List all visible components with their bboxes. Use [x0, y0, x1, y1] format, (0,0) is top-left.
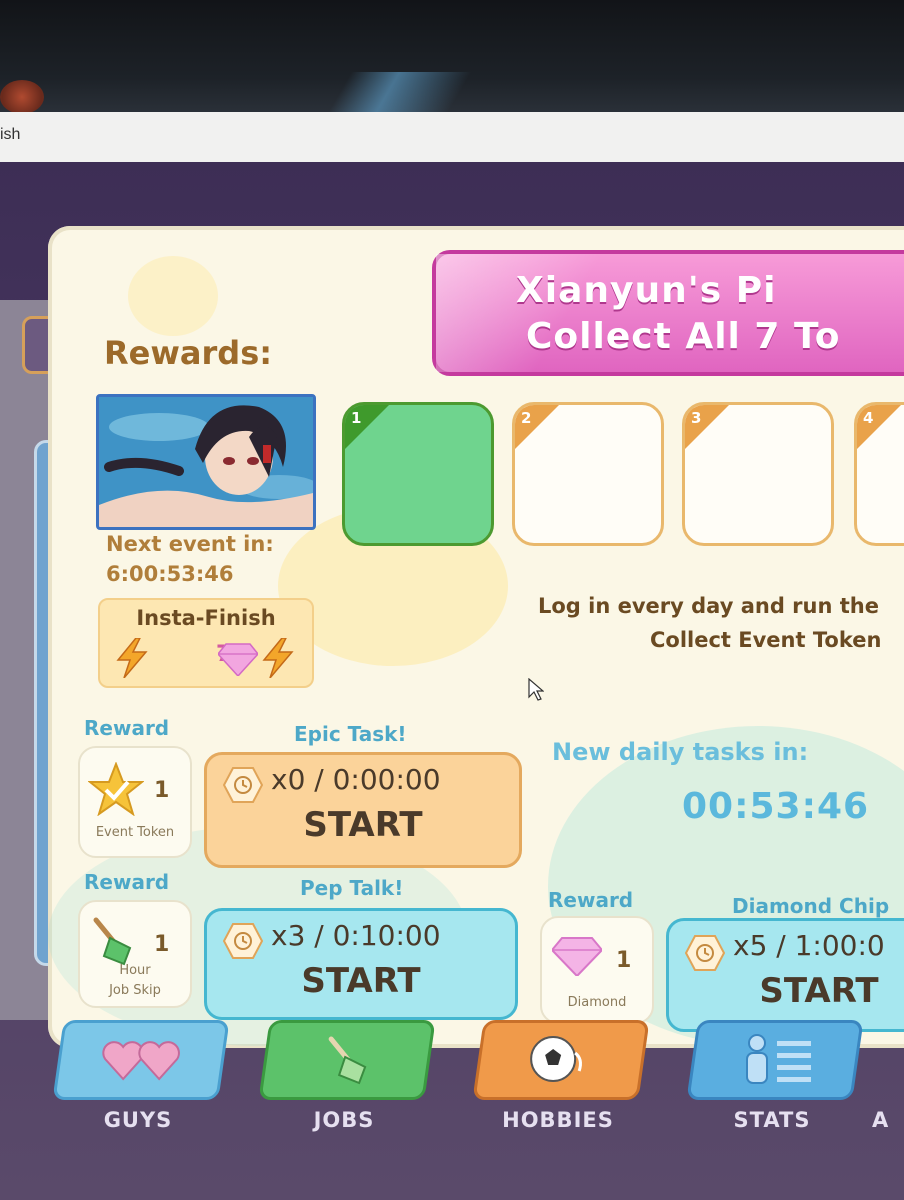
nav-stats-label: STATS [733, 1108, 811, 1132]
reward-character-portrait[interactable] [96, 394, 316, 530]
shovel-icon [328, 1036, 367, 1085]
start-label: START [303, 805, 423, 845]
next-event-label: Next event in: [106, 532, 274, 556]
reward-quantity: 1 [154, 932, 170, 957]
task-name: Diamond Chip [732, 894, 890, 918]
clock-icon [223, 923, 263, 959]
next-event-timer: 6:00:53:46 [106, 562, 234, 586]
clock-icon [223, 767, 263, 803]
reward-caption: Job Skip [109, 983, 161, 998]
lightning-icon [116, 638, 148, 678]
monitor-bezel [0, 0, 904, 114]
star-icon [88, 762, 144, 816]
reward-label: Reward [84, 716, 170, 740]
nav-guys-tile[interactable] [52, 1020, 230, 1100]
reward-card-job-skip: 1 Hour Job Skip [78, 900, 192, 1008]
task-name: Pep Talk! [300, 876, 404, 900]
reward-quantity: 1 [154, 778, 170, 803]
reward-label: Reward [548, 888, 634, 912]
lightning-icon [262, 638, 294, 678]
browser-tab-text[interactable]: ish [0, 126, 20, 144]
reward-card-diamond: 1 Diamond [540, 916, 654, 1024]
event-panel: Xianyun's Pi Collect All 7 To Rewards: 1… [48, 226, 904, 1048]
shovel-icon [93, 917, 132, 966]
diamond-icon [218, 643, 258, 676]
decor-blob [128, 256, 218, 336]
token-slot-2[interactable]: 2 [512, 402, 664, 546]
nav-more-label: A [872, 1108, 890, 1132]
rewards-heading: Rewards: [104, 334, 273, 372]
mouse-cursor-icon [528, 678, 544, 701]
nav-guys-label: GUYS [103, 1108, 173, 1132]
reward-caption: Hour [119, 963, 151, 978]
hearts-icon [102, 1041, 180, 1081]
insta-finish-button[interactable]: Insta-Finish 70 [98, 598, 314, 688]
nav-jobs-label: JOBS [313, 1108, 375, 1132]
task-count-timer: x3 / 0:10:00 [271, 919, 441, 952]
nav-hobbies-label: HOBBIES [502, 1108, 614, 1132]
character-portrait-art [99, 397, 313, 527]
epic-task-start-button[interactable]: x0 / 0:00:00 START [204, 752, 522, 868]
reward-card-event-token: 1 Event Token [78, 746, 192, 858]
person-stats-icon [746, 1034, 811, 1084]
event-subtitle: Collect All 7 To [526, 316, 841, 357]
task-count-timer: x0 / 0:00:00 [271, 763, 441, 796]
reward-caption: Diamond [567, 995, 627, 1010]
task-name: Epic Task! [294, 722, 407, 746]
event-info-line1: Log in every day and run the [538, 594, 879, 618]
daily-tasks-timer: 00:53:46 [682, 786, 870, 827]
clock-icon [685, 935, 725, 971]
nav-hobbies-tile[interactable] [472, 1020, 650, 1100]
insta-finish-label: Insta-Finish [136, 606, 276, 630]
start-label: START [301, 961, 421, 1001]
reward-label: Reward [84, 870, 170, 894]
token-slot-1[interactable]: 1 [342, 402, 494, 546]
browser-bar: ish [0, 112, 904, 164]
start-label: START [759, 971, 879, 1011]
event-title: Xianyun's Pi [516, 270, 777, 311]
event-title-banner: Xianyun's Pi Collect All 7 To [432, 250, 904, 376]
background-glow [328, 72, 472, 112]
token-slot-3[interactable]: 3 [682, 402, 834, 546]
app-icon [0, 80, 44, 114]
soccer-ball-icon [530, 1036, 582, 1082]
diamond-chip-start-button[interactable]: x5 / 1:00:0 START [666, 918, 904, 1032]
nav-stats-tile[interactable] [686, 1020, 864, 1100]
nav-jobs-tile[interactable] [258, 1020, 436, 1100]
pep-talk-start-button[interactable]: x3 / 0:10:00 START [204, 908, 518, 1020]
token-slot-4[interactable]: 4 [854, 402, 904, 546]
reward-quantity: 1 [616, 948, 632, 973]
reward-caption: Event Token [95, 825, 175, 840]
diamond-icon [552, 937, 602, 976]
daily-tasks-label: New daily tasks in: [552, 738, 809, 766]
event-info-line2: Collect Event Token [650, 628, 882, 652]
task-count-timer: x5 / 1:00:0 [733, 929, 885, 962]
